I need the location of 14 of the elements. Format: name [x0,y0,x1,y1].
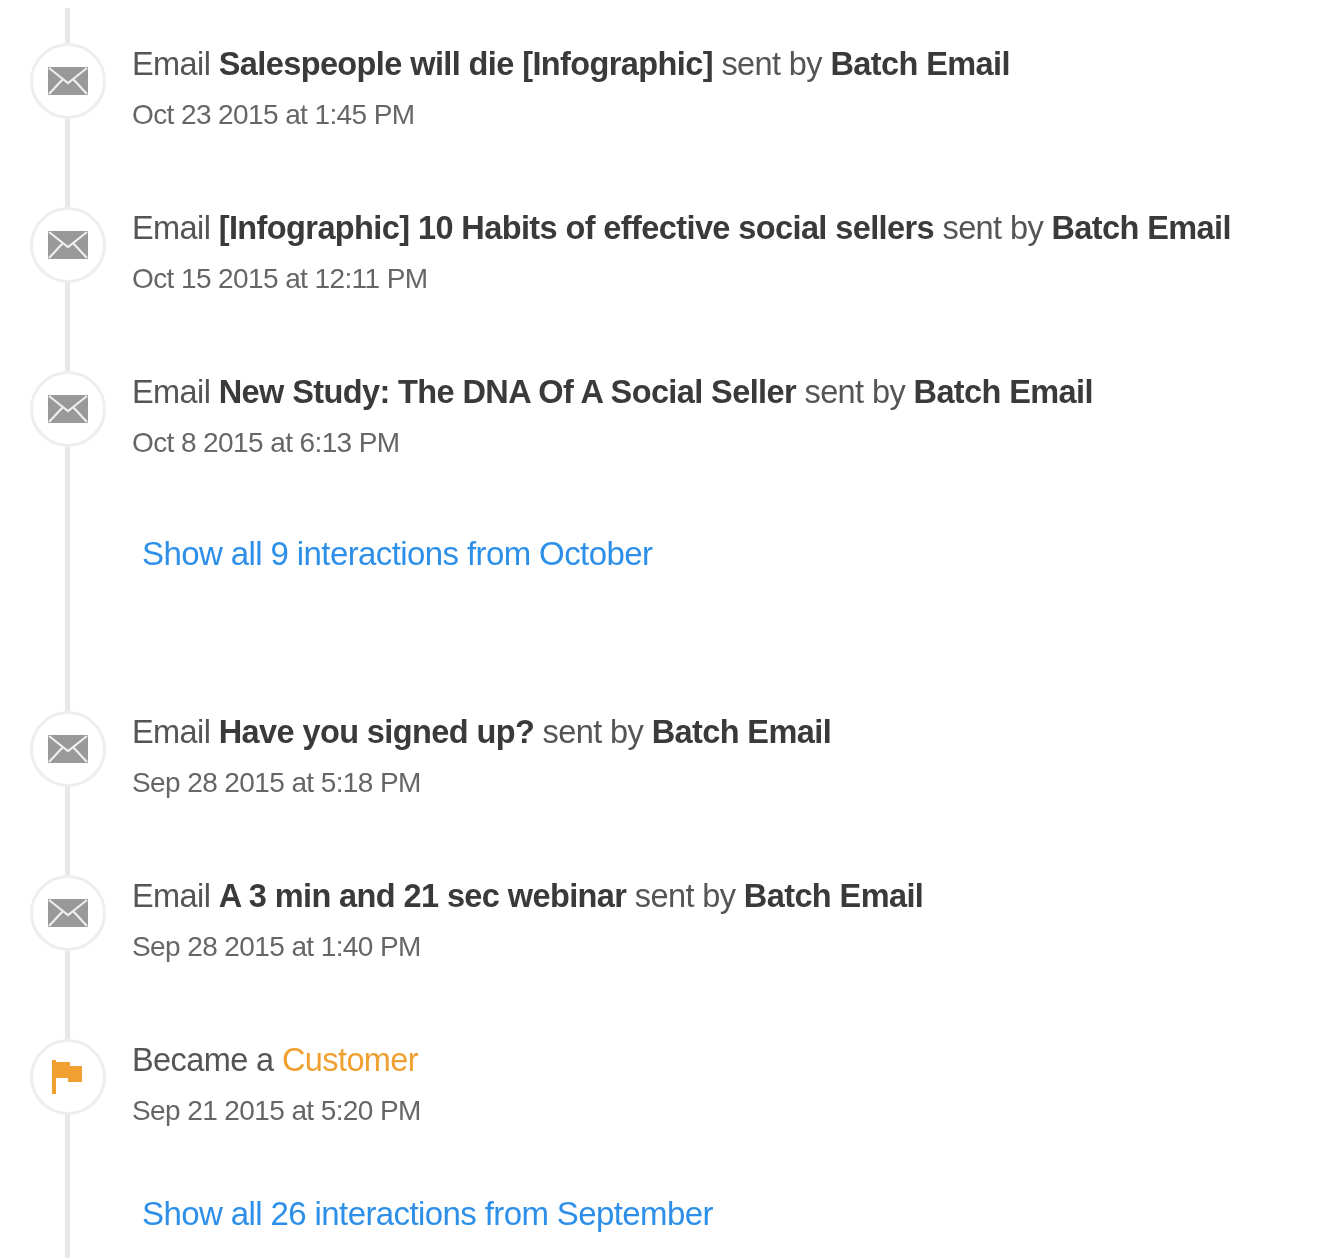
event-date: Oct 23 2015 at 1:45 PM [132,99,416,131]
event-title: Became a Customer [132,1041,420,1080]
show-all-link[interactable]: Show all 26 interactions from September [142,1195,713,1232]
event-title: Email Salespeople will die [Infographic] sent by Batch Email [132,45,1010,84]
event-date: Sep 28 2015 at 5:18 PM [132,767,422,799]
event-date: Oct 15 2015 at 12:11 PM [132,263,429,295]
event-date: Sep 28 2015 at 1:40 PM [132,931,422,963]
event-title: Email A 3 min and 21 sec webinar sent by Batch Email [132,877,924,916]
event-date: Oct 8 2015 at 6:13 PM [132,427,401,459]
event-title: Email [Infographic] 10 Habits of effective social sellers sent by Batch Email [132,209,1231,248]
event-title: Email Have you signed up? sent by Batch Email [132,713,832,752]
show-all-link[interactable]: Show all 9 interactions from October [142,535,653,572]
event-date: Sep 21 2015 at 5:20 PM [132,1095,421,1127]
event-title: Email New Study: The DNA Of A Social Seller sent by Batch Email [132,373,1093,412]
